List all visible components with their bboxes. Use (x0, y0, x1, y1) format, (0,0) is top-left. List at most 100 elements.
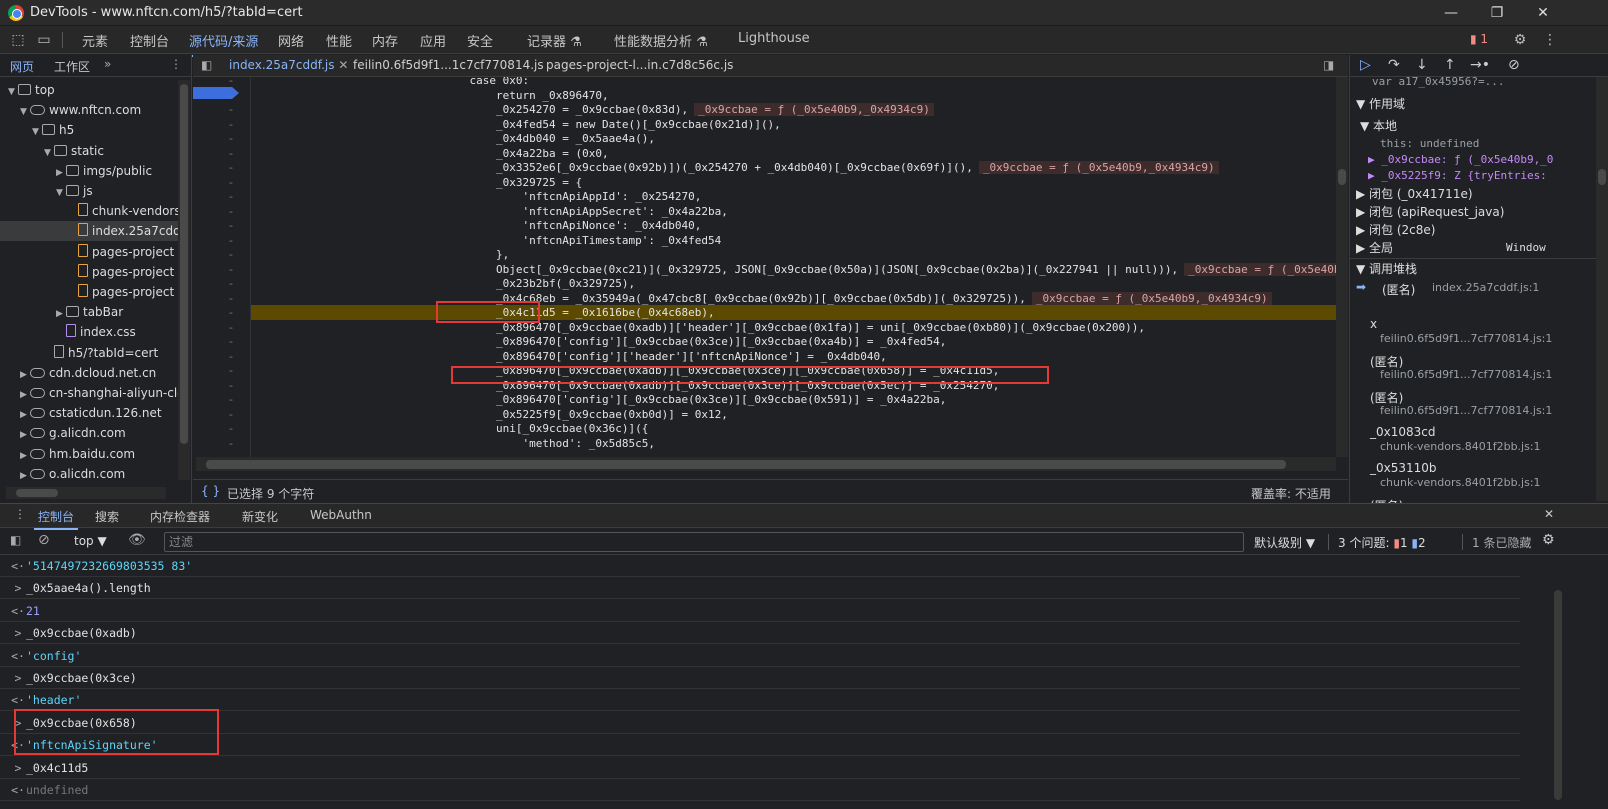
code-line[interactable]: }, (251, 247, 509, 262)
maximize-button[interactable]: ❐ (1474, 0, 1520, 26)
close-tab-icon[interactable]: ✕ (338, 58, 348, 72)
console-scrollbar[interactable] (1552, 580, 1566, 809)
resume-icon[interactable]: ▷ (1360, 57, 1371, 73)
call-frame[interactable]: x feilin0.6f5d9f1...7cf770814.js:1 (1350, 315, 1596, 351)
issues-summary[interactable]: 3 个问题: ▮1 ▮2 (1338, 534, 1426, 551)
scope-header[interactable]: ▼ 作用域 (1356, 95, 1405, 113)
line-marker[interactable]: - (229, 363, 239, 378)
tab-5[interactable]: 内存 (372, 31, 398, 53)
code-line[interactable]: _0x896470['config'][_0x9ccbae(0x3ce)][_0… (251, 392, 946, 407)
tree-item[interactable]: ▼ static (0, 141, 178, 161)
tree-item[interactable]: pages-project (0, 262, 178, 282)
tree-item[interactable]: ▶ cn-shanghai-aliyun-clc (0, 383, 178, 403)
line-marker[interactable]: - (229, 436, 239, 451)
code-line[interactable]: _0x5225f9[_0x9ccbae(0xb0d)] = 0x12, (251, 407, 728, 422)
tree-item[interactable]: pages-project (0, 282, 178, 302)
line-marker[interactable]: - (229, 88, 239, 103)
console-row[interactable]: <·'5147497232669803535 83' (0, 555, 1520, 577)
tab-memory-inspector[interactable]: 内存检查器 (150, 508, 210, 525)
toggle-navigator-icon[interactable]: ◧ (201, 58, 212, 72)
code-line[interactable]: 'nftcnApiNonce': _0x4db040, (251, 218, 702, 233)
tree-item[interactable]: ▶ hm.baidu.com (0, 444, 178, 464)
code-line[interactable]: _0x4c68eb = _0x35949a(_0x47cbc8[_0x9ccba… (251, 291, 1272, 306)
tab-1[interactable]: 控制台 (130, 31, 169, 53)
tab-3[interactable]: 网络 (278, 31, 304, 53)
line-marker[interactable]: - (229, 175, 239, 190)
code-line[interactable]: _0x896470[_0x9ccbae(0xadb)]['header'][_0… (251, 320, 1145, 335)
tab-6[interactable]: 应用 (420, 31, 446, 53)
line-marker[interactable]: - (229, 146, 239, 161)
tree-item[interactable]: ▼ js (0, 181, 178, 201)
tree-item[interactable]: ▼ www.nftcn.com (0, 100, 178, 120)
code-line[interactable]: _0x254270 = _0x9ccbae(0x83d), _0x9ccbae =… (251, 102, 934, 117)
line-marker[interactable]: - (229, 131, 239, 146)
call-frame[interactable]: _0x53110b chunk-vendors.8401f2bb.js:1 (1350, 459, 1596, 495)
line-marker[interactable]: - (229, 117, 239, 132)
code-line[interactable]: _0x4fed54 = new Date()[_0x9ccbae(0x21d)]… (251, 117, 781, 132)
line-marker[interactable]: - (229, 320, 239, 335)
code-line[interactable]: return _0x896470, (251, 88, 609, 103)
console-row[interactable]: <·undefined (0, 779, 1520, 801)
line-marker[interactable]: - (229, 189, 239, 204)
line-marker[interactable]: - (229, 305, 239, 320)
tab-webauthn[interactable]: WebAuthn (310, 508, 372, 522)
tree-item[interactable]: ▶ g.alicdn.com (0, 423, 178, 443)
call-frame[interactable]: (匿名) feilin0.6f5d9f1...7cf770814.js:1 (1350, 351, 1596, 387)
tree-item[interactable]: h5/?tabId=cert (0, 343, 178, 363)
navigator-hscrollbar[interactable] (6, 487, 166, 499)
line-marker[interactable]: - (229, 233, 239, 248)
debugger-scrollbar[interactable] (1596, 77, 1608, 501)
editor-tab-feilin[interactable]: feilin0.6f5d9f1...1c7cf770814.js (353, 58, 544, 72)
settings-gear-icon[interactable]: ⚙ (1510, 30, 1530, 50)
context-selector[interactable]: top ▼ (74, 534, 107, 548)
step-icon[interactable]: →• (1470, 57, 1490, 73)
code-line[interactable]: _0x4db040 = _0x5aae4a(), (251, 131, 655, 146)
tab-7[interactable]: 安全 (467, 31, 493, 53)
code-line[interactable]: _0x896470['config'][_0x9ccbae(0x3ce)][_0… (251, 334, 946, 349)
close-window-button[interactable]: ✕ (1520, 0, 1566, 26)
code-line[interactable]: _0x4a22ba = (0x0, (251, 146, 609, 161)
log-level-select[interactable]: 默认级别 ▼ (1254, 534, 1315, 551)
console-settings-icon[interactable]: ⚙ (1542, 532, 1555, 548)
line-marker[interactable]: - (229, 247, 239, 262)
editor-tab-pages-project[interactable]: pages-project-l...in.c7d8c56c.js (546, 58, 733, 72)
tree-item[interactable]: chunk-vendors (0, 201, 178, 221)
line-marker[interactable]: - (229, 204, 239, 219)
code-line[interactable]: _0x4c11d5 = _0x1616be(_0x4c68eb), (251, 305, 1336, 320)
console-row[interactable]: > _0x9ccbae(0x658) (0, 712, 1520, 734)
global-scope[interactable]: ▶ 全局 (1356, 239, 1393, 257)
tab-changes[interactable]: 新变化 (242, 508, 278, 525)
issues-counter[interactable]: ▮ 1 (1470, 32, 1488, 46)
code-line[interactable]: 'nftcnApiTimestamp': _0x4fed54 (251, 233, 722, 248)
line-marker[interactable]: - (229, 334, 239, 349)
call-frame[interactable]: (匿名) index.25a7cddf.js:1 ➡ (1350, 279, 1596, 315)
code-line[interactable]: case 0x0: (251, 77, 530, 88)
console-row[interactable]: <·'nftcnApiSignature' (0, 734, 1520, 757)
closure-1[interactable]: ▶ 闭包 (_0x41711e) (1356, 185, 1473, 203)
line-marker[interactable]: - (229, 349, 239, 364)
editor-hscrollbar[interactable] (196, 457, 1336, 471)
line-marker[interactable]: - (229, 378, 239, 393)
console-row[interactable]: > _0x4c11d5 (0, 757, 1520, 779)
tab-9[interactable]: 性能数据分析 ⚗ (614, 31, 708, 53)
step-out-icon[interactable]: ↑ (1444, 57, 1456, 73)
console-row[interactable]: <·'config' (0, 645, 1520, 667)
code-line[interactable]: _0x23b2bf(_0x329725), (251, 276, 635, 291)
tab-4[interactable]: 性能 (326, 31, 352, 53)
console-row[interactable]: <·21 (0, 600, 1520, 622)
code-line[interactable]: 'nftcnApiAppId': _0x254270, (251, 189, 702, 204)
tree-item[interactable]: ▶ imgs/public (0, 161, 178, 181)
editor-tab-index[interactable]: index.25a7cddf.js ✕ (229, 58, 348, 72)
line-marker[interactable]: - (229, 421, 239, 436)
call-frame[interactable]: (匿名) (1350, 495, 1596, 503)
navigator-scrollbar[interactable] (178, 80, 190, 480)
more-tabs-icon[interactable]: » (104, 57, 111, 71)
scope-var-5225f9[interactable]: ▶ _0x5225f9: Z {tryEntries: (1368, 167, 1547, 185)
code-area[interactable]: case 0x0: return _0x896470, _0x254270 = … (251, 77, 1336, 457)
console-row[interactable]: > _0x9ccbae(0xadb) (0, 622, 1520, 645)
console-row[interactable]: > _0x9ccbae(0x3ce) (0, 667, 1520, 689)
console-filter-input[interactable]: 过滤 (164, 532, 1244, 552)
code-line[interactable]: uni[_0x9ccbae(0x36c)]({ (251, 421, 648, 436)
inspect-element-icon[interactable]: ⬚ (8, 30, 28, 50)
deactivate-breakpoints-icon[interactable]: ⊘ (1508, 57, 1520, 73)
